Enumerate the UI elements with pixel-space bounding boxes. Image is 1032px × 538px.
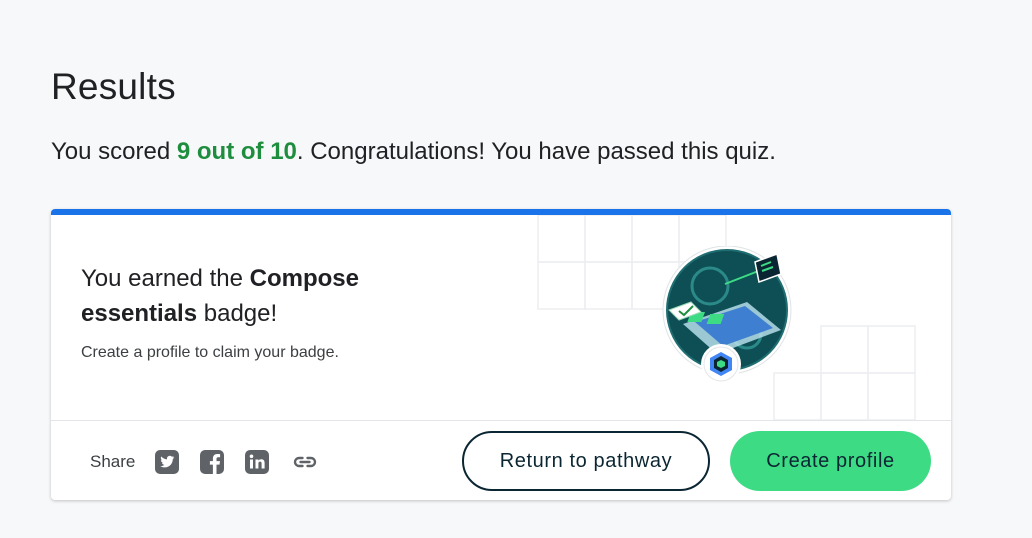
badge-card: You earned the Compose essentials badge!…: [51, 209, 951, 500]
create-profile-button[interactable]: Create profile: [730, 431, 931, 491]
heading-suffix: badge!: [197, 300, 278, 327]
score-value: 9 out of 10: [176, 138, 297, 165]
score-message: You scored 9 out of 10. Congratulations!…: [51, 138, 776, 166]
facebook-icon[interactable]: [199, 449, 225, 475]
twitter-icon[interactable]: [154, 449, 180, 475]
share-label: Share: [90, 452, 136, 471]
score-suffix: . Congratulations! You have passed this …: [296, 138, 776, 165]
card-accent-bar: [51, 209, 951, 215]
badge-illustration: [662, 246, 792, 384]
score-prefix: You scored: [51, 138, 177, 165]
linkedin-icon[interactable]: [244, 449, 270, 475]
heading-prefix: You earned the: [81, 265, 250, 292]
link-icon[interactable]: [291, 449, 319, 475]
badge-heading: You earned the Compose essentials badge!: [81, 261, 421, 331]
badge-subtext: Create a profile to claim your badge.: [81, 344, 339, 361]
results-page: Results You scored 9 out of 10. Congratu…: [0, 0, 1032, 538]
card-divider: [51, 420, 951, 421]
return-to-pathway-button[interactable]: Return to pathway: [462, 431, 710, 491]
page-title: Results: [51, 66, 176, 107]
